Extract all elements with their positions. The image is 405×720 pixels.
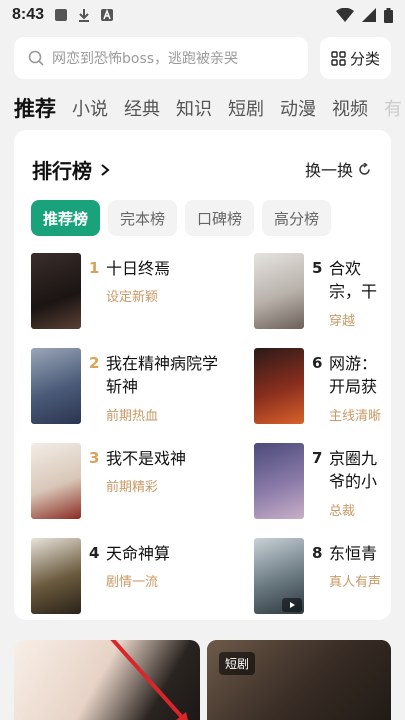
tab-more[interactable]: 有 bbox=[384, 95, 402, 121]
book-title: 东恒青云 bbox=[329, 544, 378, 563]
ranking-title[interactable]: 排行榜 bbox=[32, 155, 112, 184]
book-cover bbox=[254, 253, 304, 329]
ranking-book-3[interactable]: 3 我不是戏神 前期精彩 bbox=[31, 443, 221, 521]
book-tag: 剧情一流 bbox=[106, 575, 159, 590]
rank-number: 2 bbox=[89, 354, 100, 372]
tab-short-drama[interactable]: 短剧 bbox=[228, 95, 264, 121]
top-tabs: 推荐 小说 经典 知识 短剧 动漫 视频 有 bbox=[14, 92, 405, 124]
ranking-book-2[interactable]: 2 我在精神病院学斩神 前期热血 bbox=[31, 348, 221, 426]
battery-icon bbox=[384, 7, 393, 23]
book-title: 合欢宗，干侄女乖 bbox=[329, 259, 378, 301]
ranking-right-column: 5 合欢宗，干侄女乖 穿越 6 网游：开局获得SSS级天赋 主线清晰 7 京圈九… bbox=[254, 130, 391, 620]
tab-novel[interactable]: 小说 bbox=[72, 95, 108, 121]
search-icon bbox=[28, 50, 44, 66]
book-tag: 前期精彩 bbox=[106, 480, 159, 495]
rank-number: 1 bbox=[89, 259, 100, 277]
book-tag: 主线清晰 bbox=[329, 409, 382, 424]
rank-number: 7 bbox=[312, 449, 323, 467]
status-time: 8:43 bbox=[12, 6, 45, 23]
book-title: 我在精神病院学斩神 bbox=[106, 354, 219, 396]
category-label: 分类 bbox=[349, 49, 380, 68]
book-title: 网游：开局获得SSS级天赋 bbox=[329, 354, 378, 396]
book-cover bbox=[31, 443, 81, 519]
ranking-book-5[interactable]: 5 合欢宗，干侄女乖 穿越 bbox=[254, 253, 391, 331]
chevron-right-icon bbox=[101, 163, 110, 176]
book-tag: 真人有声 bbox=[329, 575, 382, 590]
feed-card-right[interactable]: 短剧 bbox=[207, 640, 391, 720]
book-tag: 设定新颖 bbox=[106, 290, 159, 305]
book-title: 我不是戏神 bbox=[106, 449, 187, 468]
search-placeholder: 网恋到恐怖boss，逃跑被亲哭 bbox=[52, 51, 239, 67]
download-icon bbox=[79, 9, 90, 22]
tab-classic[interactable]: 经典 bbox=[124, 95, 160, 121]
short-drama-badge: 短剧 bbox=[219, 652, 256, 675]
rank-number: 3 bbox=[89, 449, 100, 467]
book-title: 天命神算 bbox=[106, 544, 171, 563]
font-icon bbox=[101, 8, 114, 21]
book-cover bbox=[31, 348, 81, 424]
filter-completed[interactable]: 完本榜 bbox=[108, 200, 178, 236]
ranking-book-7[interactable]: 7 京圈九爷的小玫瑰 总裁 bbox=[254, 443, 391, 521]
book-tag: 前期热血 bbox=[106, 409, 159, 424]
filter-reputation[interactable]: 口碑榜 bbox=[185, 200, 255, 236]
tab-video[interactable]: 视频 bbox=[332, 95, 368, 121]
feed-card-left[interactable] bbox=[14, 640, 200, 720]
tab-anime[interactable]: 动漫 bbox=[280, 95, 316, 121]
play-icon bbox=[282, 598, 302, 612]
annotation-arrow bbox=[110, 640, 188, 720]
book-cover bbox=[31, 538, 81, 614]
filter-recommend[interactable]: 推荐榜 bbox=[31, 200, 101, 236]
ranking-book-1[interactable]: 1 十日终焉 设定新颖 bbox=[31, 253, 221, 331]
rank-number: 5 bbox=[312, 259, 323, 277]
book-cover bbox=[254, 443, 304, 519]
tab-knowledge[interactable]: 知识 bbox=[176, 95, 212, 121]
book-cover bbox=[254, 538, 304, 614]
grid-icon bbox=[331, 50, 346, 66]
book-cover bbox=[31, 253, 81, 329]
ranking-book-8[interactable]: 8 东恒青云 真人有声 bbox=[254, 538, 391, 616]
ranking-book-6[interactable]: 6 网游：开局获得SSS级天赋 主线清晰 bbox=[254, 348, 391, 426]
rank-number: 4 bbox=[89, 544, 100, 562]
book-title: 京圈九爷的小玫瑰 bbox=[329, 449, 378, 491]
signal-icon bbox=[362, 8, 376, 22]
book-tag: 穿越 bbox=[329, 314, 356, 329]
book-tag: 总裁 bbox=[329, 504, 356, 519]
rank-number: 8 bbox=[312, 544, 323, 562]
status-bar: 8:43 bbox=[0, 0, 405, 30]
wifi-icon bbox=[336, 8, 354, 22]
ranking-book-4[interactable]: 4 天命神算 剧情一流 bbox=[31, 538, 221, 616]
app-notification-icon bbox=[55, 9, 68, 21]
book-cover bbox=[254, 348, 304, 424]
search-bar[interactable]: 网恋到恐怖boss，逃跑被亲哭 bbox=[14, 37, 308, 79]
ranking-card: 排行榜 换一换 推荐榜 完本榜 口碑榜 高分榜 1 十日终焉 设定新颖 2 我在… bbox=[14, 130, 391, 620]
rank-number: 6 bbox=[312, 354, 323, 372]
ranking-title-text: 排行榜 bbox=[32, 159, 92, 183]
category-button[interactable]: 分类 bbox=[320, 37, 391, 79]
book-title: 十日终焉 bbox=[106, 259, 171, 278]
tab-recommend[interactable]: 推荐 bbox=[14, 93, 56, 123]
